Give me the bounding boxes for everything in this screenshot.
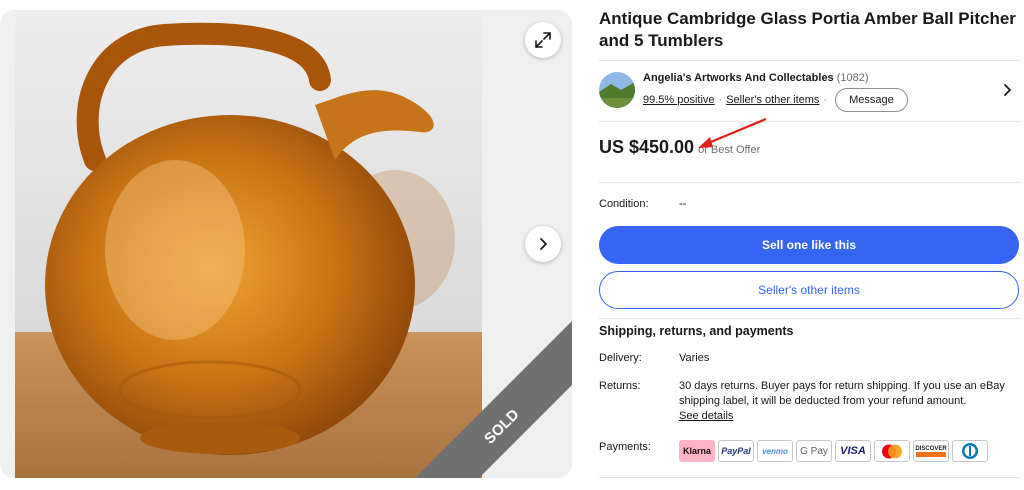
delivery-label: Delivery: [599,352,642,364]
sell-one-like-this-button[interactable]: Sell one like this [599,226,1019,264]
payments-label: Payments: [599,441,651,453]
condition-value: -- [679,198,687,210]
best-offer-label: or Best Offer [698,144,761,156]
discover-icon: DISCOVER [913,440,949,462]
message-button[interactable]: Message [835,88,908,112]
image-gallery: SOLD [0,10,572,478]
seller-name-text[interactable]: Angelia's Artworks And Collectables [643,72,834,84]
next-image-button[interactable] [525,226,561,262]
payment-methods: Klarna PayPal venmo G Pay VISA DISCOVER [679,440,988,462]
seller-card[interactable]: Angelia's Artworks And Collectables (108… [599,60,1020,122]
divider [599,318,1020,319]
delivery-value: Varies [679,352,710,364]
price-amount: US $450.00 [599,137,695,157]
positive-feedback-link[interactable]: 99.5% positive [643,94,715,106]
divider [599,182,1020,183]
sold-label: SOLD [481,406,523,448]
see-details-link[interactable]: See details [679,410,733,422]
seller-feedback-count: (1082) [836,72,869,84]
price-row: US $450.00 or Best Offer [599,137,760,158]
separator-dot: · [718,94,723,106]
returns-info: 30 days returns. Buyer pays for return s… [679,379,1009,424]
seller-avatar[interactable] [599,72,635,108]
google-pay-icon: G Pay [796,440,832,462]
condition-label: Condition: [599,198,649,210]
seller-other-items-link[interactable]: Seller's other items [726,94,819,106]
expand-icon [535,32,551,48]
item-details-panel: Antique Cambridge Glass Portia Amber Bal… [599,0,1020,490]
returns-text: 30 days returns. Buyer pays for return s… [679,380,1005,407]
seller-links: 99.5% positive · Seller's other items · … [643,88,908,112]
returns-label: Returns: [599,380,641,392]
seller-name[interactable]: Angelia's Artworks And Collectables (108… [643,72,869,84]
product-photo[interactable] [15,10,482,478]
divider [599,477,1020,478]
venmo-icon: venmo [757,440,793,462]
chevron-right-icon[interactable] [1002,83,1014,97]
klarna-icon: Klarna [679,440,715,462]
item-title: Antique Cambridge Glass Portia Amber Bal… [599,9,1016,50]
diners-club-icon [952,440,988,462]
paypal-icon: PayPal [718,440,754,462]
shipping-heading: Shipping, returns, and payments [599,324,794,338]
expand-button[interactable] [525,22,561,58]
seller-other-items-button[interactable]: Seller's other items [599,271,1019,309]
mastercard-icon [874,440,910,462]
visa-icon: VISA [835,440,871,462]
chevron-right-icon [540,238,547,250]
separator-dot: · [823,94,828,106]
